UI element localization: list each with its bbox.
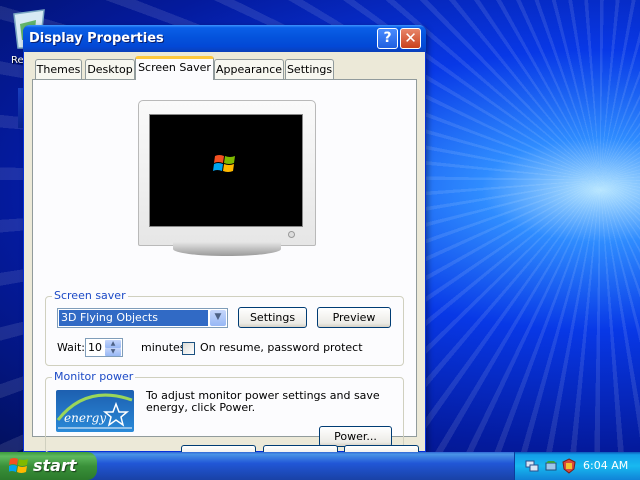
monitor-power-group-label: Monitor power <box>52 370 136 383</box>
system-tray: 6:04 AM <box>514 452 640 480</box>
taskbar: start 6:04 AM <box>0 452 640 480</box>
minutes-label: minutes <box>141 341 186 354</box>
energy-logo-text: energy <box>64 411 106 425</box>
wait-value[interactable]: 10 <box>88 341 102 354</box>
network-icon[interactable] <box>524 458 540 474</box>
security-alert-icon[interactable] <box>561 458 577 474</box>
screen-saver-select[interactable]: 3D Flying Objects ▼ <box>57 308 228 328</box>
chevron-down-icon[interactable]: ▼ <box>210 310 226 326</box>
monitor-power-description: To adjust monitor power settings and sav… <box>146 389 380 414</box>
help-button[interactable]: ? <box>377 28 398 49</box>
monitor-stand <box>173 242 281 256</box>
title-bar[interactable]: Display Properties ? ✕ <box>23 25 426 52</box>
desktop-icon-label[interactable]: Re <box>11 55 24 66</box>
screen-saver-group-label: Screen saver <box>52 289 128 302</box>
windows-flag-icon <box>9 458 28 473</box>
power-button[interactable]: Power... <box>319 426 392 447</box>
monitor-preview <box>138 100 316 246</box>
display-properties-window: Display Properties ? ✕ Themes Desktop Sc… <box>23 25 426 455</box>
monitor-power-group: Monitor power energy To adjust monitor p… <box>45 370 404 453</box>
tab-screen-saver[interactable]: Screen Saver <box>135 56 214 80</box>
close-button[interactable]: ✕ <box>400 28 421 49</box>
wait-stepper[interactable]: 10 ▲ ▼ <box>85 338 123 357</box>
power-led <box>288 231 295 238</box>
wait-label: Wait: <box>57 341 85 354</box>
energy-star-icon: energy <box>56 393 133 429</box>
screen-saver-selected-value[interactable]: 3D Flying Objects <box>59 310 208 326</box>
start-button[interactable]: start <box>0 452 97 480</box>
clock[interactable]: 6:04 AM <box>583 459 628 472</box>
windows-logo-icon <box>213 155 235 172</box>
spin-up-icon[interactable]: ▲ <box>105 340 121 348</box>
spin-down-icon[interactable]: ▼ <box>105 348 121 356</box>
tab-settings[interactable]: Settings <box>285 59 334 79</box>
tab-themes[interactable]: Themes <box>35 59 82 79</box>
safely-remove-icon[interactable] <box>543 458 559 474</box>
window-title: Display Properties <box>29 31 164 46</box>
tab-appearance[interactable]: Appearance <box>214 59 284 79</box>
tab-desktop[interactable]: Desktop <box>85 59 135 79</box>
tab-panel: Screen saver 3D Flying Objects ▼ Setting… <box>32 79 417 453</box>
start-label[interactable]: start <box>33 456 77 475</box>
wait-spinner[interactable]: ▲ ▼ <box>105 340 121 356</box>
preview-screen <box>149 114 303 227</box>
preview-button[interactable]: Preview <box>317 307 391 328</box>
password-protect-checkbox[interactable] <box>182 342 195 355</box>
screen-saver-group: Screen saver 3D Flying Objects ▼ Setting… <box>45 289 404 366</box>
password-protect-label[interactable]: On resume, password protect <box>200 341 363 354</box>
settings-button[interactable]: Settings <box>238 307 307 328</box>
energy-star-logo: energy <box>56 390 134 432</box>
